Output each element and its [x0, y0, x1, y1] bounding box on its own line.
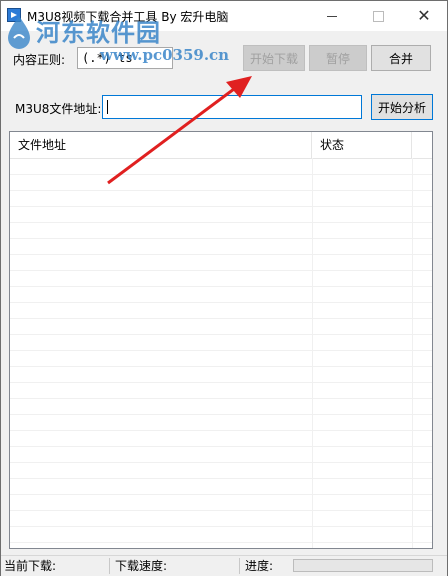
list-row-line — [10, 302, 432, 319]
m3u8-url-label: M3U8文件地址: — [15, 102, 102, 116]
file-list[interactable]: 文件地址 状态 — [9, 131, 433, 549]
list-row-line — [10, 238, 432, 255]
list-row-line — [10, 382, 432, 399]
list-row-line — [10, 334, 432, 351]
list-row-line — [10, 174, 432, 191]
list-row-line — [10, 206, 432, 223]
minimize-button[interactable] — [309, 1, 355, 31]
list-header: 文件地址 状态 — [10, 132, 432, 159]
pause-button[interactable]: 暂停 — [309, 45, 367, 71]
list-row-line — [10, 190, 432, 207]
list-row-line — [10, 318, 432, 335]
column-header-filler — [412, 132, 432, 158]
list-row-line — [10, 526, 432, 543]
text-caret — [107, 100, 108, 114]
list-row-line — [10, 398, 432, 415]
status-separator — [239, 558, 240, 574]
list-row-line — [10, 430, 432, 447]
list-row-line — [10, 542, 432, 548]
list-row-line — [10, 254, 432, 271]
list-row-line — [10, 366, 432, 383]
analyze-button[interactable]: 开始分析 — [371, 94, 433, 120]
regex-label: 内容正则: — [13, 53, 66, 67]
merge-button[interactable]: 合并 — [371, 45, 431, 71]
maximize-icon — [372, 10, 384, 22]
list-row-line — [10, 494, 432, 511]
main-window: M3U8视频下载合并工具 By 宏升电脑 ✕ 内容正则: (.*) ts 开始下… — [0, 0, 448, 576]
list-row-line — [10, 350, 432, 367]
list-row-line — [10, 286, 432, 303]
maximize-button — [355, 1, 401, 31]
download-speed-label: 下载速度: — [115, 559, 168, 573]
list-row-line — [10, 270, 432, 287]
list-row-line — [10, 478, 432, 495]
current-download-label: 当前下载: — [4, 559, 57, 573]
start-download-button[interactable]: 开始下载 — [243, 45, 305, 71]
list-row-line — [10, 222, 432, 239]
list-column-line — [312, 158, 313, 548]
list-row-line — [10, 414, 432, 431]
download-progress-bar — [293, 559, 433, 572]
progress-label: 进度: — [245, 559, 274, 573]
watermark-url: www.pc0359.cn — [100, 46, 230, 64]
column-header-status[interactable]: 状态 — [312, 132, 412, 158]
minimize-icon — [327, 15, 337, 17]
list-row-line — [10, 462, 432, 479]
watermark-logo-icon — [8, 16, 30, 49]
list-row-line — [10, 158, 432, 175]
close-button[interactable]: ✕ — [401, 1, 447, 31]
status-separator — [109, 558, 110, 574]
list-column-line — [412, 158, 413, 548]
status-bar: 当前下载: 下载速度: 进度: — [1, 555, 447, 576]
list-row-line — [10, 446, 432, 463]
watermark-text: 河东软件园 — [36, 18, 161, 47]
close-icon: ✕ — [417, 6, 431, 25]
column-header-file-url[interactable]: 文件地址 — [10, 132, 312, 158]
list-row-line — [10, 510, 432, 527]
m3u8-url-input[interactable] — [102, 95, 362, 119]
